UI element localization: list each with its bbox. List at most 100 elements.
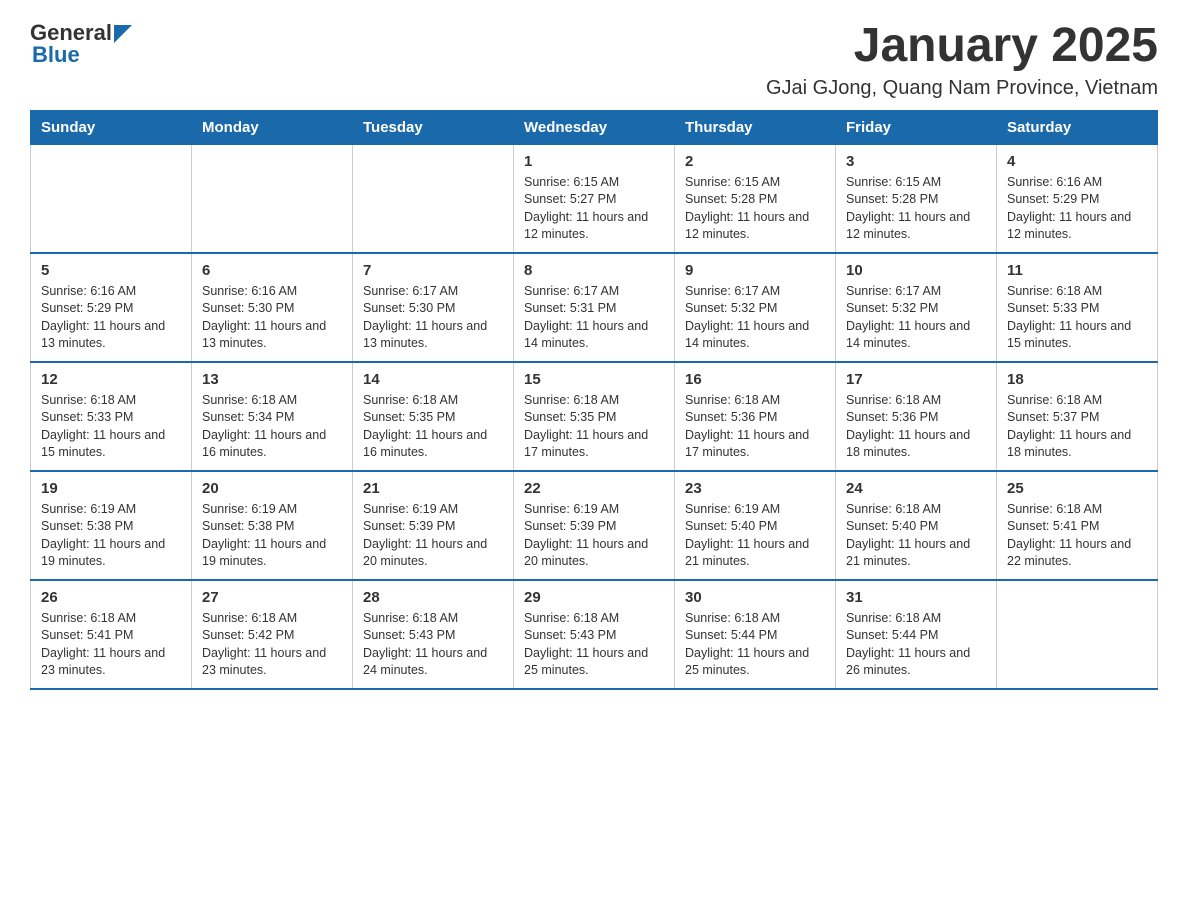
calendar-cell: 10Sunrise: 6:17 AMSunset: 5:32 PMDayligh… — [836, 253, 997, 362]
day-number: 29 — [524, 589, 664, 606]
column-header-wednesday: Wednesday — [514, 110, 675, 144]
day-info: Sunrise: 6:16 AMSunset: 5:29 PMDaylight:… — [1007, 174, 1147, 244]
calendar-cell — [997, 580, 1158, 689]
day-number: 11 — [1007, 262, 1147, 279]
calendar-cell: 4Sunrise: 6:16 AMSunset: 5:29 PMDaylight… — [997, 144, 1158, 253]
day-info: Sunrise: 6:18 AMSunset: 5:41 PMDaylight:… — [41, 610, 181, 680]
calendar-header-row: SundayMondayTuesdayWednesdayThursdayFrid… — [31, 110, 1158, 144]
day-info: Sunrise: 6:18 AMSunset: 5:35 PMDaylight:… — [524, 392, 664, 462]
day-number: 13 — [202, 371, 342, 388]
calendar-cell: 1 Sunrise: 6:15 AMSunset: 5:27 PMDaylight… — [514, 144, 675, 253]
day-number: 26 — [41, 589, 181, 606]
day-info: Sunrise: 6:17 AMSunset: 5:32 PMDaylight:… — [846, 283, 986, 353]
calendar-table: SundayMondayTuesdayWednesdayThursdayFrid… — [30, 110, 1158, 690]
column-header-sunday: Sunday — [31, 110, 192, 144]
calendar-cell: 20 Sunrise: 6:19 AMSunset: 5:38 PMDayligh… — [192, 471, 353, 580]
day-number: 28 — [363, 589, 503, 606]
calendar-cell: 17 Sunrise: 6:18 AMSunset: 5:36 PMDayligh… — [836, 362, 997, 471]
calendar-cell: 27 Sunrise: 6:18 AMSunset: 5:42 PMDayligh… — [192, 580, 353, 689]
day-number: 2 — [685, 153, 825, 170]
calendar-cell — [31, 144, 192, 253]
day-info: Sunrise: 6:18 AMSunset: 5:43 PMDaylight:… — [363, 610, 503, 680]
day-number: 25 — [1007, 480, 1147, 497]
calendar-cell: 15 Sunrise: 6:18 AMSunset: 5:35 PMDayligh… — [514, 362, 675, 471]
calendar-cell: 31Sunrise: 6:18 AMSunset: 5:44 PMDayligh… — [836, 580, 997, 689]
calendar-cell: 11 Sunrise: 6:18 AMSunset: 5:33 PMDayligh… — [997, 253, 1158, 362]
day-info: Sunrise: 6:17 AMSunset: 5:31 PMDaylight:… — [524, 283, 664, 353]
logo-text-blue: Blue — [32, 42, 80, 68]
calendar-cell: 6Sunrise: 6:16 AMSunset: 5:30 PMDaylight… — [192, 253, 353, 362]
day-number: 22 — [524, 480, 664, 497]
day-number: 17 — [846, 371, 986, 388]
day-number: 8 — [524, 262, 664, 279]
calendar-week-row: 5 Sunrise: 6:16 AMSunset: 5:29 PMDaylight… — [31, 253, 1158, 362]
day-number: 27 — [202, 589, 342, 606]
day-info: Sunrise: 6:18 AMSunset: 5:36 PMDaylight:… — [685, 392, 825, 462]
calendar-cell: 18 Sunrise: 6:18 AMSunset: 5:37 PMDayligh… — [997, 362, 1158, 471]
day-number: 30 — [685, 589, 825, 606]
day-info: Sunrise: 6:18 AMSunset: 5:33 PMDaylight:… — [1007, 283, 1147, 353]
calendar-cell: 14Sunrise: 6:18 AMSunset: 5:35 PMDayligh… — [353, 362, 514, 471]
day-number: 12 — [41, 371, 181, 388]
day-info: Sunrise: 6:16 AMSunset: 5:29 PMDaylight:… — [41, 283, 181, 353]
calendar-cell: 26 Sunrise: 6:18 AMSunset: 5:41 PMDayligh… — [31, 580, 192, 689]
calendar-cell: 25 Sunrise: 6:18 AMSunset: 5:41 PMDayligh… — [997, 471, 1158, 580]
day-info: Sunrise: 6:17 AMSunset: 5:32 PMDaylight:… — [685, 283, 825, 353]
day-number: 19 — [41, 480, 181, 497]
day-info: Sunrise: 6:18 AMSunset: 5:42 PMDaylight:… — [202, 610, 342, 680]
title-section: January 2025 GJai GJong, Quang Nam Provi… — [766, 20, 1158, 100]
day-number: 15 — [524, 371, 664, 388]
column-header-thursday: Thursday — [675, 110, 836, 144]
day-info: Sunrise: 6:19 AMSunset: 5:39 PMDaylight:… — [363, 501, 503, 571]
day-info: Sunrise: 6:18 AMSunset: 5:43 PMDaylight:… — [524, 610, 664, 680]
day-info: Sunrise: 6:15 AMSunset: 5:28 PMDaylight:… — [685, 174, 825, 244]
day-number: 21 — [363, 480, 503, 497]
calendar-cell: 2 Sunrise: 6:15 AMSunset: 5:28 PMDaylight… — [675, 144, 836, 253]
day-info: Sunrise: 6:19 AMSunset: 5:38 PMDaylight:… — [41, 501, 181, 571]
day-number: 20 — [202, 480, 342, 497]
calendar-cell: 8 Sunrise: 6:17 AMSunset: 5:31 PMDaylight… — [514, 253, 675, 362]
calendar-cell: 23 Sunrise: 6:19 AMSunset: 5:40 PMDayligh… — [675, 471, 836, 580]
day-info: Sunrise: 6:18 AMSunset: 5:33 PMDaylight:… — [41, 392, 181, 462]
day-info: Sunrise: 6:18 AMSunset: 5:41 PMDaylight:… — [1007, 501, 1147, 571]
logo-arrow-icon — [114, 25, 132, 43]
calendar-cell — [353, 144, 514, 253]
day-info: Sunrise: 6:18 AMSunset: 5:37 PMDaylight:… — [1007, 392, 1147, 462]
calendar-title: January 2025 — [766, 20, 1158, 73]
day-info: Sunrise: 6:19 AMSunset: 5:38 PMDaylight:… — [202, 501, 342, 571]
calendar-week-row: 12 Sunrise: 6:18 AMSunset: 5:33 PMDayligh… — [31, 362, 1158, 471]
page-header: General Blue January 2025 GJai GJong, Qu… — [30, 20, 1158, 100]
day-number: 9 — [685, 262, 825, 279]
calendar-cell: 21 Sunrise: 6:19 AMSunset: 5:39 PMDayligh… — [353, 471, 514, 580]
day-number: 23 — [685, 480, 825, 497]
day-number: 14 — [363, 371, 503, 388]
column-header-monday: Monday — [192, 110, 353, 144]
column-header-saturday: Saturday — [997, 110, 1158, 144]
day-number: 1 — [524, 153, 664, 170]
calendar-cell: 7Sunrise: 6:17 AMSunset: 5:30 PMDaylight… — [353, 253, 514, 362]
day-number: 16 — [685, 371, 825, 388]
calendar-week-row: 1 Sunrise: 6:15 AMSunset: 5:27 PMDaylight… — [31, 144, 1158, 253]
calendar-week-row: 19 Sunrise: 6:19 AMSunset: 5:38 PMDayligh… — [31, 471, 1158, 580]
day-number: 24 — [846, 480, 986, 497]
calendar-cell: 22Sunrise: 6:19 AMSunset: 5:39 PMDayligh… — [514, 471, 675, 580]
calendar-cell: 5 Sunrise: 6:16 AMSunset: 5:29 PMDaylight… — [31, 253, 192, 362]
day-number: 5 — [41, 262, 181, 279]
calendar-cell: 9 Sunrise: 6:17 AMSunset: 5:32 PMDaylight… — [675, 253, 836, 362]
calendar-cell: 13Sunrise: 6:18 AMSunset: 5:34 PMDayligh… — [192, 362, 353, 471]
day-info: Sunrise: 6:17 AMSunset: 5:30 PMDaylight:… — [363, 283, 503, 353]
day-info: Sunrise: 6:18 AMSunset: 5:44 PMDaylight:… — [685, 610, 825, 680]
calendar-cell: 12 Sunrise: 6:18 AMSunset: 5:33 PMDayligh… — [31, 362, 192, 471]
calendar-cell: 29 Sunrise: 6:18 AMSunset: 5:43 PMDayligh… — [514, 580, 675, 689]
day-number: 18 — [1007, 371, 1147, 388]
calendar-cell: 28 Sunrise: 6:18 AMSunset: 5:43 PMDayligh… — [353, 580, 514, 689]
day-number: 6 — [202, 262, 342, 279]
calendar-cell: 3Sunrise: 6:15 AMSunset: 5:28 PMDaylight… — [836, 144, 997, 253]
day-info: Sunrise: 6:18 AMSunset: 5:44 PMDaylight:… — [846, 610, 986, 680]
day-info: Sunrise: 6:15 AMSunset: 5:27 PMDaylight:… — [524, 174, 664, 244]
column-header-friday: Friday — [836, 110, 997, 144]
logo: General Blue — [30, 20, 132, 68]
day-info: Sunrise: 6:19 AMSunset: 5:40 PMDaylight:… — [685, 501, 825, 571]
day-info: Sunrise: 6:18 AMSunset: 5:36 PMDaylight:… — [846, 392, 986, 462]
day-info: Sunrise: 6:15 AMSunset: 5:28 PMDaylight:… — [846, 174, 986, 244]
